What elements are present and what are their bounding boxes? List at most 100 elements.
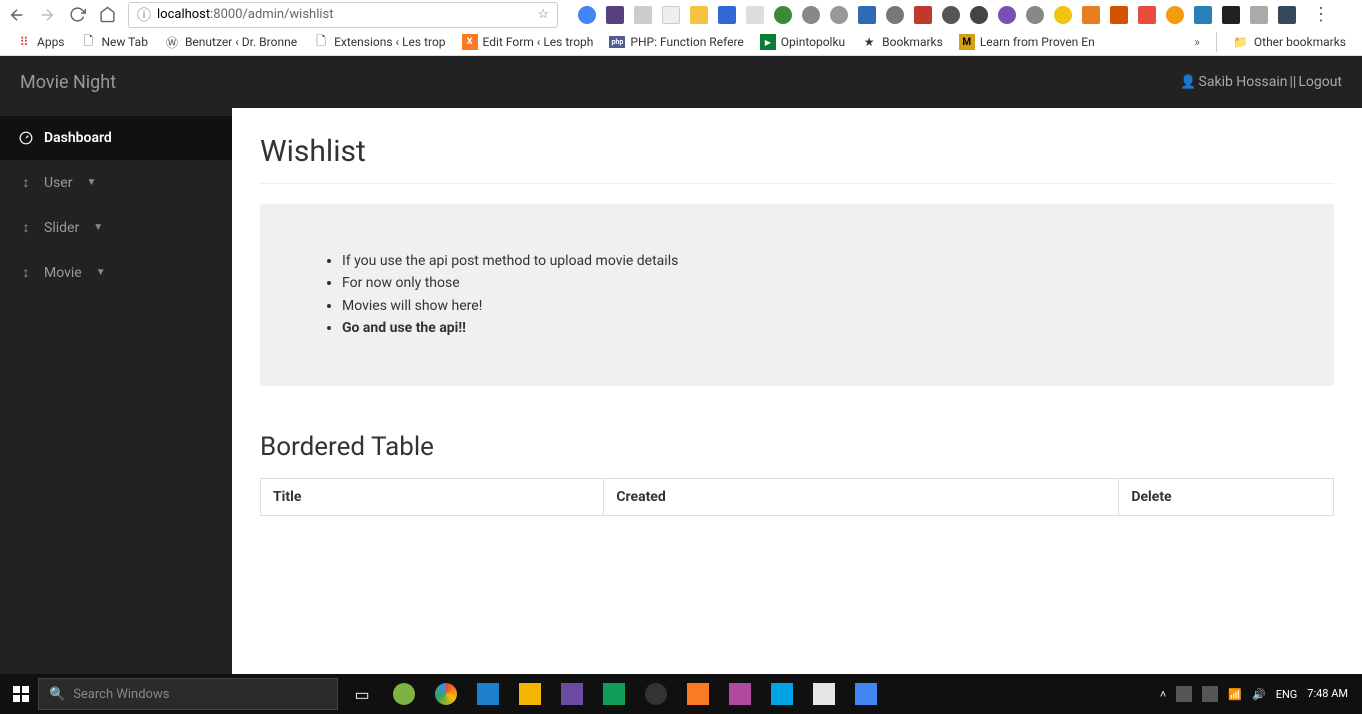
home-button[interactable] [98,6,116,24]
ext-icon-7[interactable] [746,6,764,24]
taskbar-app-8[interactable] [680,679,716,709]
taskbar-apps: ▭ [344,679,884,709]
taskbar-app-5[interactable] [554,679,590,709]
ext-icon-24[interactable] [1222,6,1240,24]
sidebar: Dashboard ↕ User ▼ ↕ Slider ▼ ↕ Movie ▼ [0,108,232,674]
bookmark-opintopolku[interactable]: ▶ Opintopolku [754,32,851,52]
taskbar-app-9[interactable] [722,679,758,709]
taskbar-app-6[interactable] [596,679,632,709]
tray-icon-2[interactable] [1202,686,1218,702]
taskbar-app-1[interactable] [386,679,422,709]
clock-time: 7:48 AM [1307,687,1348,700]
main-content: Wishlist If you use the api post method … [232,108,1362,674]
tray-language[interactable]: ENG [1276,688,1298,701]
taskview-button[interactable]: ▭ [344,679,380,709]
ext-icon-19[interactable] [1082,6,1100,24]
ext-icon-23[interactable] [1194,6,1212,24]
ext-icon-13[interactable] [914,6,932,24]
ext-icon-16[interactable] [998,6,1016,24]
ext-icon-10[interactable] [830,6,848,24]
bookmark-star-icon[interactable]: ☆ [537,7,549,22]
taskbar-app-10[interactable] [764,679,800,709]
bookmark-php[interactable]: php PHP: Function Refere [603,33,749,51]
php-icon: php [609,36,625,48]
site-info-icon[interactable]: ⓘ [137,5,151,25]
ext-icon-17[interactable] [1026,6,1044,24]
page-icon: 🗋 [81,34,97,50]
bookmark-bookmarks[interactable]: ★ Bookmarks [855,32,949,52]
back-button[interactable] [8,6,26,24]
bookmarks-overflow-button[interactable]: » [1194,35,1200,49]
taskbar-clock[interactable]: 7:48 AM [1307,688,1348,700]
taskbar-app-7[interactable] [638,679,674,709]
info-list-item: For now only those [342,272,1274,294]
search-icon: 🔍 [49,687,65,702]
taskbar-app-4[interactable] [512,679,548,709]
ext-icon-2[interactable] [606,6,624,24]
ext-icon-25[interactable] [1250,6,1268,24]
th-created: Created [604,478,1119,515]
title-divider [260,183,1334,184]
sidebar-item-user[interactable]: ↕ User ▼ [0,160,232,205]
taskbar-app-12[interactable] [848,679,884,709]
ext-icon-12[interactable] [886,6,904,24]
tray-icon-1[interactable] [1176,686,1192,702]
th-title: Title [261,478,604,515]
updown-icon: ↕ [18,219,34,236]
ext-icon-5[interactable] [690,6,708,24]
xampp-icon: X [462,34,478,50]
start-button[interactable] [6,679,36,709]
bookmark-apps[interactable]: ⠿ Apps [10,32,71,52]
bookmark-editform[interactable]: X Edit Form ‹ Les troph [456,32,600,52]
user-menu: 👤 Sakib Hossain || Logout [1180,74,1342,90]
ext-icon-15[interactable] [970,6,988,24]
info-list-item: Movies will show here! [342,295,1274,317]
ext-icon-11[interactable] [858,6,876,24]
taskbar-app-2[interactable] [428,679,464,709]
tray-wifi-icon[interactable]: 📶 [1228,688,1242,701]
bookmark-label: PHP: Function Refere [630,35,743,49]
ext-icon-9[interactable] [802,6,820,24]
ext-icon-18[interactable] [1054,6,1072,24]
caret-down-icon: ▼ [96,267,106,278]
address-bar[interactable]: ⓘ localhost:8000/admin/wishlist ☆ [128,2,558,28]
ext-icon-3[interactable] [634,6,652,24]
sidebar-item-slider[interactable]: ↕ Slider ▼ [0,205,232,250]
taskbar-search[interactable]: 🔍 Search Windows [38,678,338,710]
browser-menu-button[interactable]: ⋮ [1312,4,1330,25]
taskbar-app-11[interactable] [806,679,842,709]
ext-icon-6[interactable] [718,6,736,24]
ext-icon-26[interactable] [1278,6,1296,24]
other-bookmarks-button[interactable]: 📁 Other bookmarks [1227,32,1352,52]
app-brand[interactable]: Movie Night [20,72,116,93]
page-title: Wishlist [260,134,1334,169]
tray-chevron-icon[interactable]: ˄ [1160,688,1166,701]
forward-button[interactable] [38,6,56,24]
ext-icon-1[interactable] [578,6,596,24]
caret-down-icon: ▼ [86,177,96,188]
extension-icons-row [578,6,1296,24]
sidebar-item-label: Movie [44,265,82,281]
logout-link[interactable]: Logout [1298,74,1342,90]
bookmark-extensions[interactable]: 🗋 Extensions ‹ Les trop [307,32,451,52]
ext-icon-4[interactable] [662,6,680,24]
bookmark-label: New Tab [102,35,148,49]
bookmark-benutzer[interactable]: Ⓦ Benutzer ‹ Dr. Bronne [158,32,303,52]
ext-icon-8[interactable] [774,6,792,24]
caret-down-icon: ▼ [93,222,103,233]
ext-icon-14[interactable] [942,6,960,24]
username-link[interactable]: Sakib Hossain [1199,74,1288,90]
taskbar-app-3[interactable] [470,679,506,709]
bookmark-newtab[interactable]: 🗋 New Tab [75,32,154,52]
user-icon: 👤 [1180,75,1196,90]
ext-icon-22[interactable] [1166,6,1184,24]
other-bookmarks-label: Other bookmarks [1254,35,1346,49]
sidebar-item-dashboard[interactable]: Dashboard [0,116,232,160]
ext-icon-20[interactable] [1110,6,1128,24]
folder-icon: 📁 [1233,34,1249,50]
tray-volume-icon[interactable]: 🔊 [1252,688,1266,701]
ext-icon-21[interactable] [1138,6,1156,24]
bookmark-learn[interactable]: M Learn from Proven En [953,32,1101,52]
sidebar-item-movie[interactable]: ↕ Movie ▼ [0,250,232,295]
reload-button[interactable] [68,6,86,24]
